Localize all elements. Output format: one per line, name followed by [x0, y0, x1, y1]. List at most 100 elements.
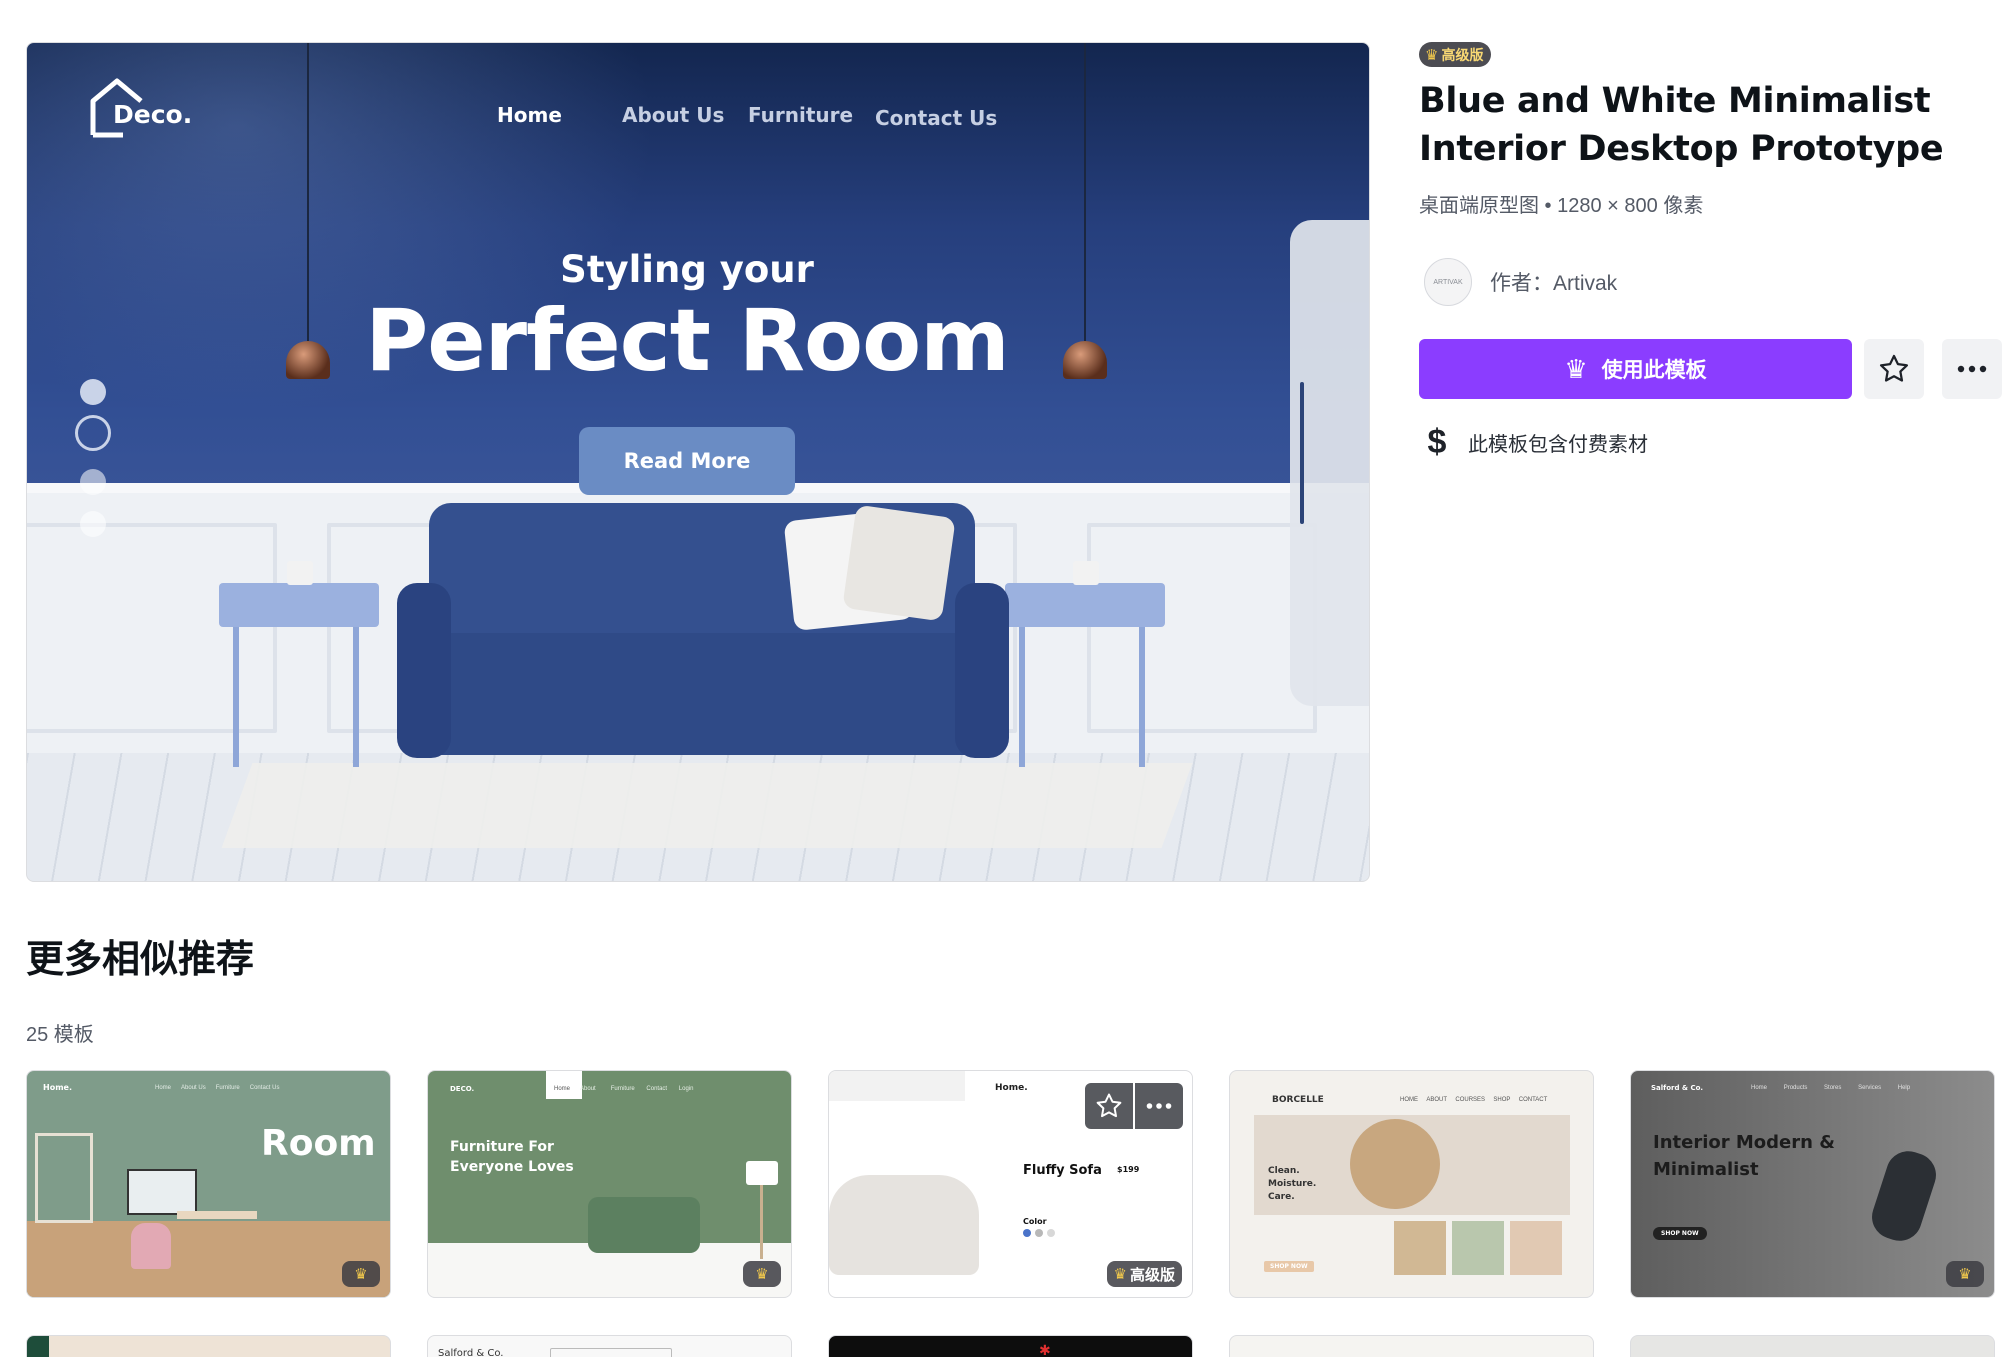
card-sofa [588, 1197, 700, 1253]
card-logo: Home. [995, 1083, 1028, 1093]
card-nav-active [546, 1071, 582, 1099]
wall-panel [27, 523, 277, 733]
card-headline: Interior Modern & Minimalist [1653, 1132, 1835, 1180]
more-dots-icon [1146, 1103, 1172, 1109]
preview-side-panel [1290, 220, 1369, 706]
preview-nav-furniture: Furniture [748, 103, 854, 127]
preview-logo-text: Deco. [113, 100, 193, 129]
card-logo: Salford & Co. [1651, 1084, 1704, 1092]
star-icon [1879, 354, 1909, 382]
template-card[interactable]: ✱ [828, 1335, 1193, 1357]
template-card[interactable]: Salford & Co. [427, 1335, 792, 1357]
plant-pot [287, 561, 313, 585]
rug [221, 763, 1193, 848]
plant-pot [1073, 561, 1099, 585]
author-row[interactable]: ARTIVAK 作者：Artivak [1424, 258, 1617, 306]
card-cta: SHOP NOW [1264, 1261, 1314, 1272]
slider-dot-active [75, 415, 111, 451]
card-shelf [35, 1133, 93, 1223]
pillow [842, 504, 956, 622]
card-more-button[interactable] [1135, 1083, 1183, 1129]
card-color-label: Color [1023, 1217, 1047, 1226]
card-headline: Fluffy Sofa [1023, 1163, 1102, 1178]
preview-nav-about: About Us [622, 103, 725, 127]
card-cta: SHOP NOW [1653, 1227, 1707, 1240]
premium-crown-badge: ♛ [1946, 1261, 1984, 1287]
card-hover-actions[interactable] [1085, 1083, 1183, 1129]
template-card[interactable]: Home. Fluffy Sofa $199 Color ♛ 高级版 [828, 1070, 1193, 1298]
slider-dot [80, 469, 106, 495]
crown-icon: ♛ [1958, 1266, 1972, 1283]
card-search-bar [550, 1348, 672, 1357]
crown-icon: ♛ [1113, 1266, 1127, 1283]
use-template-label: 使用此模板 [1601, 359, 1707, 382]
more-dots-icon [1957, 365, 1987, 373]
template-card[interactable]: Home. Home About Us Furniture Contact Us… [26, 1070, 391, 1298]
template-detail-page: Deco. Home About Us Furniture Contact Us… [0, 0, 2016, 1357]
color-swatch [1035, 1229, 1043, 1237]
avatar[interactable]: ARTIVAK [1424, 258, 1472, 306]
premium-badge-label: 高级版 [1441, 46, 1484, 63]
template-card[interactable]: DECO. Home About Furniture Contact Login… [427, 1070, 792, 1298]
wall-panel [1087, 523, 1317, 733]
card-price: $199 [1117, 1165, 1140, 1174]
card-nav: Home About Furniture Contact Login [554, 1086, 694, 1092]
template-title: Blue and White Minimalist Interior Deskt… [1419, 81, 1944, 169]
more-options-button[interactable] [1942, 339, 2002, 399]
template-card[interactable]: Salford & Co. Home Products Stores Servi… [1630, 1070, 1995, 1298]
premium-badge: ♛ 高级版 [1419, 42, 1492, 67]
card-headline: Furniture For Everyone Loves [450, 1139, 574, 1175]
card-chair [1866, 1145, 1942, 1247]
preview-nav-home: Home [497, 103, 562, 127]
premium-crown-badge: ♛ [743, 1261, 781, 1287]
crown-icon: ♛ [1425, 46, 1439, 64]
crown-icon: ♛ [1564, 353, 1588, 384]
dollar-icon: $ [1427, 423, 1447, 461]
card-nav: Home Products Stores Services Help [1751, 1085, 1911, 1091]
crown-icon: ♛ [354, 1266, 368, 1283]
template-card[interactable] [1630, 1335, 1995, 1357]
template-count: 25 模板 [26, 1024, 94, 1046]
card-thumb [1394, 1221, 1446, 1275]
author-name[interactable]: 作者：Artivak [1490, 267, 1617, 297]
card-headline: Clean. Moisture. Care. [1268, 1166, 1317, 1202]
template-card[interactable]: BORCELLE HOME ABOUT COURSES SHOP CONTACT… [1229, 1070, 1594, 1298]
template-preview[interactable]: Deco. Home About Us Furniture Contact Us… [26, 42, 1370, 882]
preview-headline: Perfect Room [365, 291, 1010, 391]
premium-badge-label: 高级版 [1129, 1266, 1175, 1284]
favorite-button[interactable] [1864, 339, 1924, 399]
use-template-button[interactable]: ♛ 使用此模板 [1419, 339, 1852, 399]
table-leg [233, 627, 239, 767]
side-table [219, 583, 379, 627]
card-desk [177, 1211, 257, 1219]
template-card[interactable] [1229, 1335, 1594, 1357]
table-leg [353, 627, 359, 767]
slider-dot [80, 511, 106, 537]
card-favorite-button[interactable] [1085, 1083, 1133, 1129]
table-leg [1019, 627, 1025, 767]
card-nav: HOME ABOUT COURSES SHOP CONTACT [1400, 1097, 1548, 1103]
sofa-seat [407, 633, 999, 755]
card-lamp-shade [746, 1161, 778, 1185]
card-header [829, 1071, 965, 1101]
card-headline: Room [261, 1123, 376, 1164]
sofa-arm [397, 583, 451, 758]
table-leg [1139, 627, 1145, 767]
paid-elements-notice: $ 此模板包含付费素材 [1424, 423, 1648, 462]
card-chair [131, 1223, 171, 1269]
scroll-indicator [1300, 382, 1304, 524]
color-swatch [1023, 1229, 1031, 1237]
asterisk-icon: ✱ [1039, 1342, 1051, 1357]
premium-crown-badge: ♛ [342, 1261, 380, 1287]
card-basket [1350, 1119, 1440, 1209]
card-thumb [1452, 1221, 1504, 1275]
card-nav: Home About Us Furniture Contact Us [155, 1085, 280, 1091]
template-card[interactable] [26, 1335, 391, 1357]
preview-nav-contact: Contact Us [875, 106, 998, 130]
card-logo: BORCELLE [1272, 1095, 1324, 1105]
crown-icon: ♛ [755, 1266, 769, 1283]
preview-read-more-button: Read More [579, 427, 795, 495]
star-icon [1096, 1093, 1122, 1118]
card-logo: DECO. [450, 1085, 475, 1093]
card-sofa [829, 1175, 979, 1275]
